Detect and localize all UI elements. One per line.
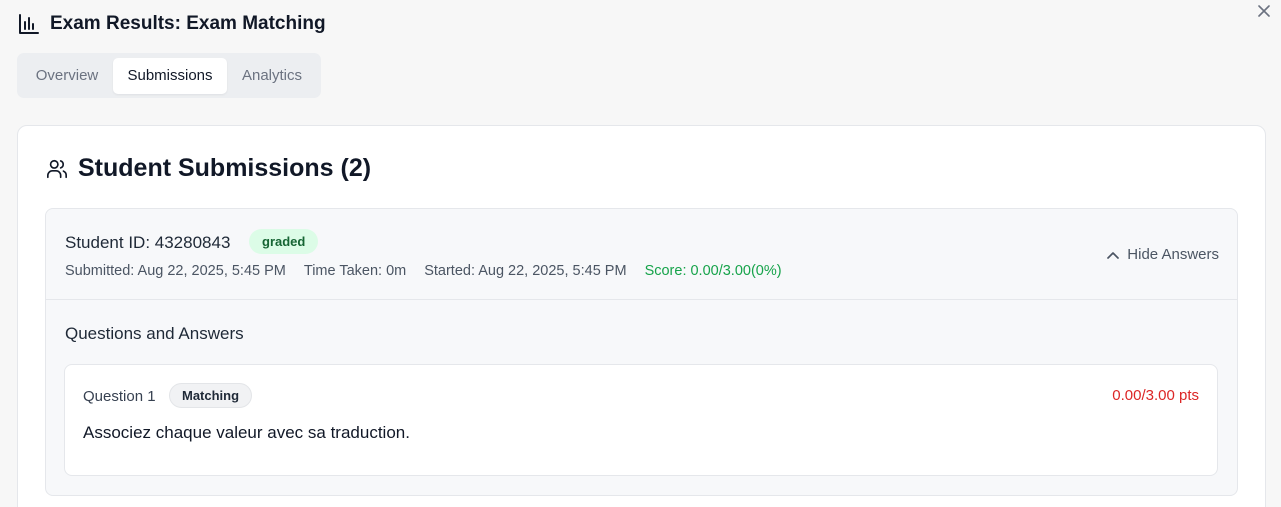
tab-overview[interactable]: Overview bbox=[21, 58, 113, 94]
status-badge: graded bbox=[249, 229, 319, 254]
time-taken: Time Taken: 0m bbox=[303, 263, 407, 279]
question-card: Question 1 Matching 0.00/3.00 pts Associ… bbox=[64, 364, 1218, 476]
question-points: 0.00/3.00 pts bbox=[1112, 387, 1199, 404]
tab-submissions[interactable]: Submissions bbox=[113, 57, 227, 94]
submission-item: Student ID: 43280843 graded Submitted: A… bbox=[45, 208, 1238, 496]
submissions-card-header: Student Submissions (2) bbox=[46, 154, 371, 183]
exam-results-dialog: Exam Results: Exam Matching Overview Sub… bbox=[0, 0, 1281, 507]
score: Score: 0.00/3.00(0%) bbox=[644, 263, 782, 279]
hide-answers-label: Hide Answers bbox=[1127, 246, 1219, 263]
submissions-title: Student Submissions (2) bbox=[78, 154, 372, 182]
dialog-header: Exam Results: Exam Matching bbox=[18, 13, 326, 35]
question-number: Question 1 bbox=[83, 388, 156, 405]
student-id: Student ID: 43280843 bbox=[65, 233, 231, 252]
dialog-title: Exam Results: Exam Matching bbox=[50, 13, 326, 34]
tab-analytics[interactable]: Analytics bbox=[227, 58, 317, 94]
submissions-card: Student Submissions (2) Student ID: 4328… bbox=[17, 125, 1266, 507]
questions-answers-heading: Questions and Answers bbox=[65, 324, 244, 343]
users-icon bbox=[47, 159, 67, 178]
question-text: Associez chaque valeur avec sa traductio… bbox=[83, 423, 410, 442]
chevron-up-icon bbox=[1107, 251, 1120, 259]
hide-answers-button[interactable]: Hide Answers bbox=[1107, 246, 1219, 263]
bar-chart-icon bbox=[19, 14, 39, 34]
tab-list: Overview Submissions Analytics bbox=[17, 53, 321, 98]
submission-meta: Submitted: Aug 22, 2025, 5:45 PM Time Ta… bbox=[65, 263, 782, 279]
close-button[interactable] bbox=[1256, 2, 1272, 20]
question-type-badge: Matching bbox=[169, 383, 253, 408]
started-time: Started: Aug 22, 2025, 5:45 PM bbox=[424, 263, 627, 279]
close-icon bbox=[1258, 5, 1270, 17]
submission-header: Student ID: 43280843 graded Submitted: A… bbox=[46, 209, 1237, 300]
submitted-time: Submitted: Aug 22, 2025, 5:45 PM bbox=[65, 263, 286, 279]
